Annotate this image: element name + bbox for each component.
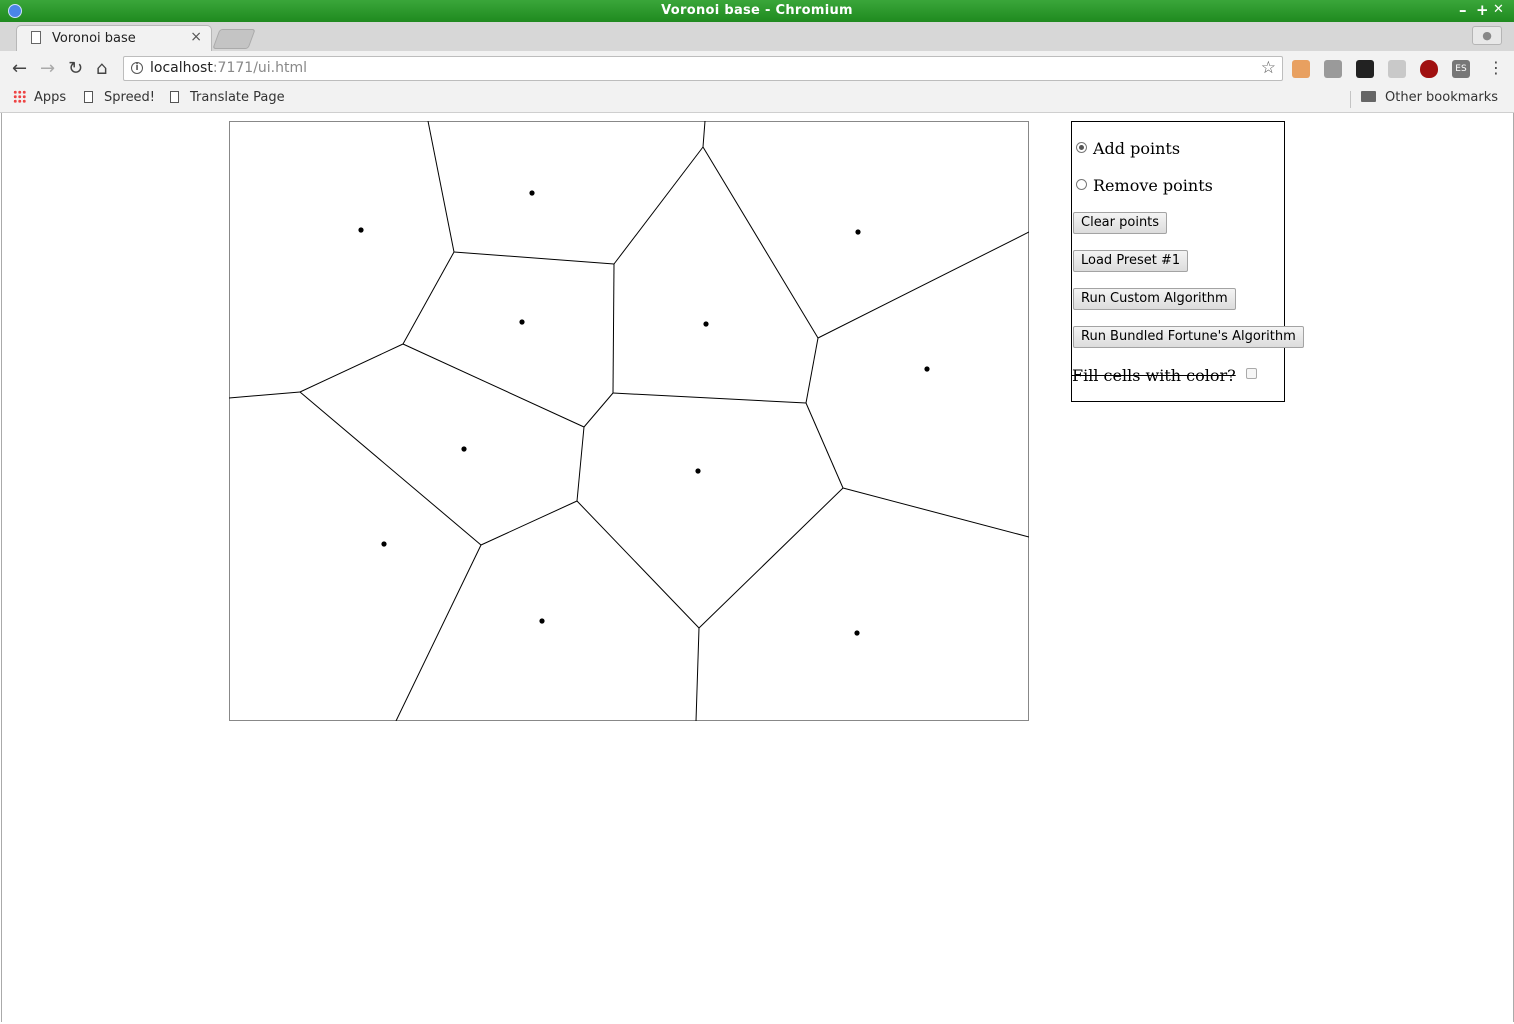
control-panel: Add points Remove points Clear points Lo… xyxy=(1071,121,1304,402)
load-preset-button[interactable]: Load Preset #1 xyxy=(1073,250,1189,272)
voronoi-site-point[interactable] xyxy=(461,446,467,452)
home-icon[interactable]: ⌂ xyxy=(96,58,107,79)
info-icon[interactable]: i xyxy=(131,62,143,74)
remove-points-radio[interactable] xyxy=(1076,179,1087,190)
run-custom-algorithm-button[interactable]: Run Custom Algorithm xyxy=(1073,288,1236,310)
bookmark-spreed-label: Spreed! xyxy=(104,90,156,105)
bookmark-apps-label: Apps xyxy=(34,90,67,105)
voronoi-site-point[interactable] xyxy=(358,227,364,233)
page-icon xyxy=(170,91,179,103)
remove-points-option[interactable]: Remove points xyxy=(1076,176,1213,195)
other-bookmarks-label: Other bookmarks xyxy=(1385,90,1499,105)
es-icon[interactable]: ES xyxy=(1452,60,1470,78)
page-icon xyxy=(84,91,93,103)
voronoi-site-point[interactable] xyxy=(855,229,861,235)
remove-points-label: Remove points xyxy=(1093,176,1213,195)
voronoi-canvas[interactable] xyxy=(229,121,1029,721)
rss-icon[interactable] xyxy=(1388,60,1406,78)
window-titlebar: Voronoi base - Chromium – + ✕ xyxy=(0,0,1514,22)
tab-label: Voronoi base xyxy=(52,31,136,46)
voronoi-site-point[interactable] xyxy=(854,630,860,636)
voronoi-site-point[interactable] xyxy=(703,321,709,327)
minimize-icon[interactable]: – xyxy=(1459,1,1467,19)
folder-icon xyxy=(1361,91,1376,102)
bookmarks-bar: Apps Spreed! Translate Page Other bookma… xyxy=(0,87,1514,113)
canvas-border xyxy=(229,121,1029,721)
clear-points-button[interactable]: Clear points xyxy=(1073,212,1168,234)
tab-voronoi-base[interactable]: Voronoi base × xyxy=(16,25,212,51)
bookmarks-divider xyxy=(1350,91,1351,108)
voronoi-site-point[interactable] xyxy=(539,618,545,624)
back-icon[interactable]: ← xyxy=(12,58,27,79)
url-host: localhost xyxy=(150,60,213,76)
ring-icon[interactable] xyxy=(1292,60,1310,78)
add-points-option[interactable]: Add points xyxy=(1076,139,1180,158)
new-tab-button[interactable] xyxy=(212,29,256,49)
ublock-icon[interactable] xyxy=(1420,60,1438,78)
bookmark-star-icon[interactable]: ☆ xyxy=(1261,58,1276,78)
ghost-icon[interactable] xyxy=(1356,60,1374,78)
apps-grid-icon xyxy=(13,90,26,103)
voronoi-site-point[interactable] xyxy=(529,190,535,196)
url-text: localhost:7171/ui.html xyxy=(150,60,307,76)
menu-icon[interactable]: ⋮ xyxy=(1488,58,1504,77)
address-bar[interactable]: i localhost:7171/ui.html ☆ xyxy=(123,56,1283,81)
other-bookmarks[interactable]: Other bookmarks xyxy=(1361,90,1498,105)
maximize-icon[interactable]: + xyxy=(1476,1,1489,19)
fill-cells-row: Fill cells with color? xyxy=(1072,366,1257,385)
voronoi-site-point[interactable] xyxy=(519,319,525,325)
page-icon xyxy=(31,31,41,44)
add-points-radio[interactable] xyxy=(1076,142,1087,153)
download-blocked-icon[interactable] xyxy=(1324,60,1342,78)
profile-icon[interactable]: ● xyxy=(1472,26,1502,45)
fill-cells-label: Fill cells with color? xyxy=(1072,366,1236,385)
add-points-label: Add points xyxy=(1093,139,1181,158)
bookmark-translate-label: Translate Page xyxy=(190,90,285,105)
close-window-icon[interactable]: ✕ xyxy=(1493,2,1504,17)
voronoi-site-point[interactable] xyxy=(924,366,930,372)
window-title: Voronoi base - Chromium xyxy=(661,3,853,18)
fill-cells-checkbox[interactable] xyxy=(1245,368,1257,379)
url-port-path: :7171/ui.html xyxy=(212,60,308,76)
bookmark-apps[interactable]: Apps xyxy=(13,90,66,105)
tab-close-icon[interactable]: × xyxy=(190,29,202,45)
bookmark-translate-page[interactable]: Translate Page xyxy=(170,90,285,105)
bookmark-spreed[interactable]: Spreed! xyxy=(84,90,155,105)
browser-toolbar: ← → ↻ ⌂ i localhost:7171/ui.html ☆ ES ⋮ xyxy=(0,51,1514,87)
voronoi-site-point[interactable] xyxy=(695,468,701,474)
reload-icon[interactable]: ↻ xyxy=(68,58,83,79)
run-fortune-algorithm-button[interactable]: Run Bundled Fortune's Algorithm xyxy=(1073,326,1304,348)
tab-strip: Voronoi base × ● xyxy=(0,22,1514,51)
forward-icon[interactable]: → xyxy=(40,58,55,79)
voronoi-site-point[interactable] xyxy=(381,541,387,547)
